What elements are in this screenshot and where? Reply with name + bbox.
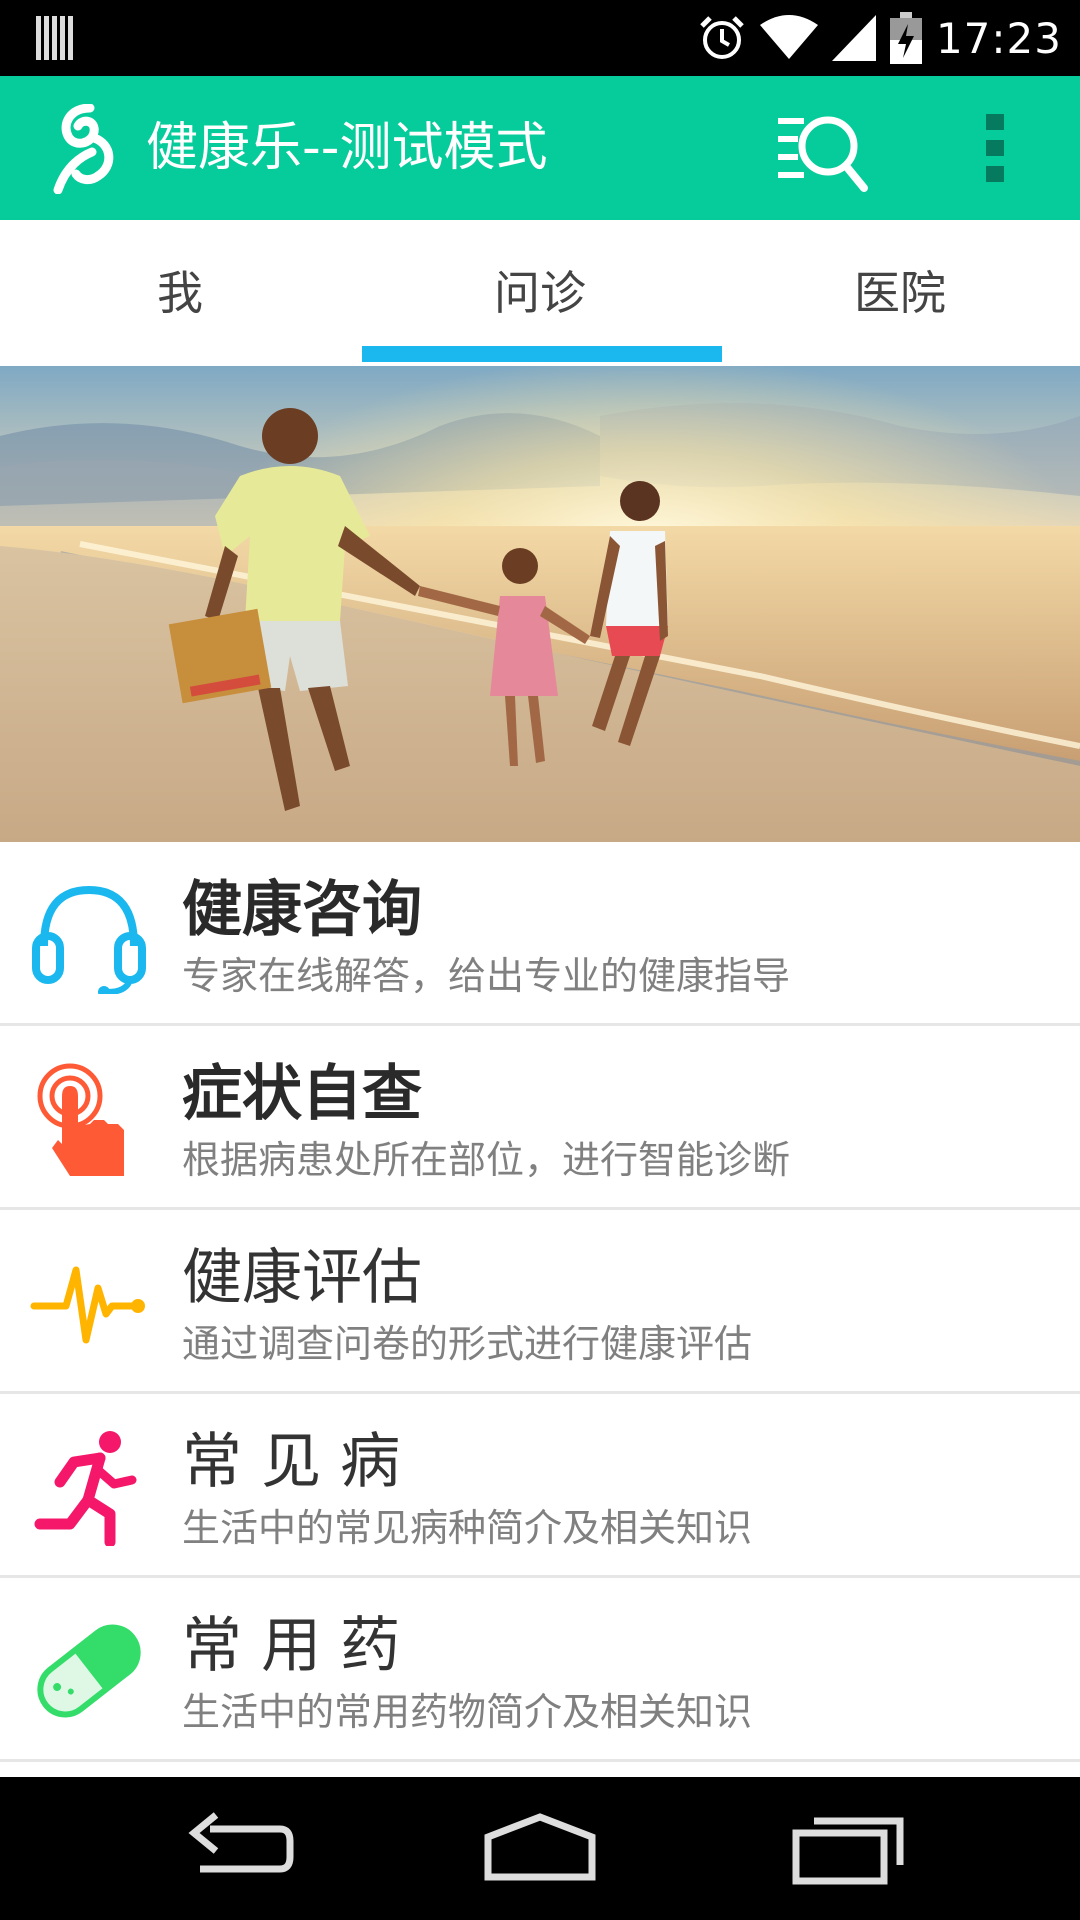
list-item-common-diseases[interactable]: 常 见 病 生活中的常见病种简介及相关知识: [0, 1394, 1080, 1578]
divider: [0, 1759, 1080, 1762]
tab-label: 问诊: [494, 266, 586, 320]
back-icon[interactable]: [180, 1807, 300, 1889]
item-title: 健康咨询: [182, 875, 422, 945]
wifi-icon: [759, 15, 818, 59]
tab-hospital[interactable]: 医院: [720, 220, 1080, 366]
item-description: 生活中的常用药物简介及相关知识: [182, 1690, 753, 1734]
feature-list: 健康咨询 专家在线解答，给出专业的健康指导 症状自查 根据病患处所在部位，进行智…: [0, 842, 1080, 1777]
barcode-icon: [36, 16, 74, 60]
signal-icon: [831, 15, 876, 61]
list-item-symptom-check[interactable]: 症状自查 根据病患处所在部位，进行智能诊断: [0, 1026, 1080, 1210]
item-description: 根据病患处所在部位，进行智能诊断: [182, 1138, 791, 1182]
recent-apps-icon[interactable]: [790, 1807, 910, 1889]
item-title: 健康评估: [182, 1243, 422, 1313]
tab-me[interactable]: 我: [0, 220, 360, 366]
tab-label: 我: [157, 266, 203, 320]
overflow-menu-icon[interactable]: [968, 110, 1024, 186]
banner-image[interactable]: [0, 366, 1080, 842]
list-item-health-consultation[interactable]: 健康咨询 专家在线解答，给出专业的健康指导: [0, 842, 1080, 1026]
tab-indicator: [362, 346, 722, 362]
app-logo-icon: [52, 103, 124, 195]
clock: 17:23: [935, 13, 1062, 63]
item-title: 常 用 药: [182, 1611, 401, 1681]
item-description: 专家在线解答，给出专业的健康指导: [182, 954, 791, 998]
headset-icon: [30, 876, 148, 998]
tab-bar: 我 问诊 医院: [0, 220, 1080, 366]
item-description: 生活中的常见病种简介及相关知识: [182, 1506, 753, 1550]
app-bar: 健康乐--测试模式: [0, 76, 1080, 220]
app-title: 健康乐--测试模式: [146, 118, 548, 178]
list-item-common-medicines[interactable]: 常 用 药 生活中的常用药物简介及相关知识: [0, 1578, 1080, 1762]
running-person-icon: [30, 1428, 148, 1548]
item-description: 通过调查问卷的形式进行健康评估: [182, 1322, 753, 1366]
battery-icon: [889, 12, 922, 64]
finger-tap-icon: [30, 1060, 148, 1178]
tab-consultation[interactable]: 问诊: [360, 220, 720, 366]
tab-label: 医院: [854, 266, 946, 320]
heartbeat-icon: [30, 1244, 148, 1362]
item-title: 常 见 病: [182, 1427, 401, 1497]
alarm-icon: [700, 16, 744, 59]
pill-capsule-icon: [30, 1612, 148, 1730]
search-list-icon[interactable]: [778, 108, 870, 192]
navigation-bar: [0, 1777, 1080, 1920]
list-item-health-assessment[interactable]: 健康评估 通过调查问卷的形式进行健康评估: [0, 1210, 1080, 1394]
home-icon[interactable]: [480, 1807, 600, 1889]
status-bar: 17:23: [0, 0, 1080, 76]
item-title: 症状自查: [182, 1059, 422, 1129]
